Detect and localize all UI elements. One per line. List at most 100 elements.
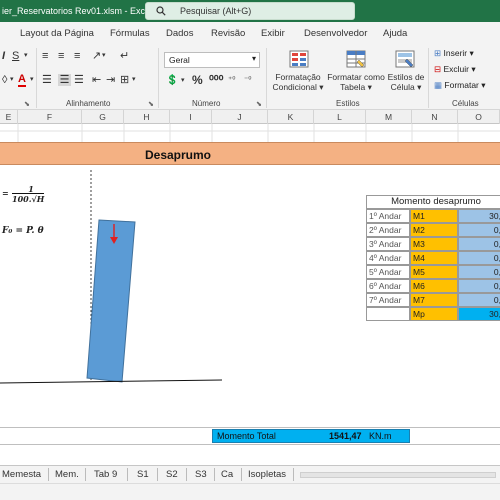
tab-page-layout[interactable]: Layout da Página bbox=[20, 28, 94, 39]
font-color-icon[interactable]: A bbox=[18, 73, 26, 87]
total-moment-row[interactable]: Momento Total 1541,47 KN.m bbox=[212, 429, 410, 443]
sheet-tab[interactable]: S3 bbox=[195, 469, 207, 480]
column-header[interactable]: H bbox=[124, 110, 170, 124]
insert-button[interactable]: ⊞ Inserir ▾ bbox=[434, 48, 474, 59]
divider bbox=[293, 468, 294, 481]
floor-cell[interactable]: 7º Andar bbox=[366, 293, 410, 307]
number-launcher-icon[interactable]: ⬊ bbox=[256, 100, 262, 108]
wrap-text-icon[interactable]: ↵ bbox=[120, 50, 129, 62]
moment-label-cell[interactable]: M7 bbox=[410, 293, 458, 307]
underline-dropdown-icon[interactable]: ▾ bbox=[24, 50, 28, 62]
moment-value-cell[interactable]: 0, bbox=[458, 265, 500, 279]
tab-review[interactable]: Revisão bbox=[211, 28, 245, 39]
moment-label-cell[interactable]: M3 bbox=[410, 237, 458, 251]
conditional-format-label-2: Condicional ▾ bbox=[272, 82, 324, 92]
increase-indent-icon[interactable]: ⇥ bbox=[106, 74, 115, 86]
align-bottom-icon[interactable]: ≡ bbox=[74, 50, 80, 62]
column-header[interactable]: E bbox=[0, 110, 18, 124]
column-header[interactable]: K bbox=[268, 110, 314, 124]
number-format-select[interactable]: Geral ▾ bbox=[164, 52, 260, 68]
increase-decimal-icon[interactable]: ⁺⁰ bbox=[228, 74, 235, 86]
italic-button[interactable]: I bbox=[2, 50, 5, 62]
conditional-format-button[interactable]: Formatação Condicional ▾ bbox=[272, 72, 324, 92]
column-header[interactable]: G bbox=[82, 110, 124, 124]
section-header-bar: Desaprumo bbox=[0, 142, 500, 165]
merge-dropdown-icon[interactable]: ▾ bbox=[132, 74, 136, 86]
sheet-tab[interactable]: Tab 9 bbox=[94, 469, 117, 480]
floor-cell[interactable]: 2º Andar bbox=[366, 223, 410, 237]
divider bbox=[85, 468, 86, 481]
worksheet[interactable]: Desaprumo = 1 100.√H F₀ = P. θ Momento d… bbox=[0, 124, 500, 465]
align-right-icon[interactable]: ☰ bbox=[74, 74, 84, 86]
decrease-decimal-icon[interactable]: ⁻⁰ bbox=[244, 74, 251, 86]
underline-button[interactable]: S bbox=[12, 50, 19, 62]
tab-help[interactable]: Ajuda bbox=[383, 28, 407, 39]
moment-value-cell[interactable]: 0, bbox=[458, 237, 500, 251]
alignment-group-label: Alinhamento bbox=[66, 99, 111, 108]
orientation-icon[interactable]: ↗ bbox=[92, 50, 101, 62]
row-border bbox=[0, 427, 500, 428]
floor-cell[interactable]: 6º Andar bbox=[366, 279, 410, 293]
moment-label-cell[interactable]: Mp bbox=[410, 307, 458, 321]
column-header[interactable]: N bbox=[412, 110, 458, 124]
font-color-dropdown-icon[interactable]: ▾ bbox=[30, 74, 34, 86]
fill-color-icon[interactable]: ◊ bbox=[2, 74, 7, 86]
divider bbox=[241, 468, 242, 481]
moment-label-cell[interactable]: M5 bbox=[410, 265, 458, 279]
column-header[interactable]: O bbox=[458, 110, 500, 124]
column-headers: E F G H I J K L M N O bbox=[0, 110, 500, 124]
merge-center-icon[interactable]: ⊞ bbox=[120, 74, 129, 86]
tab-formulas[interactable]: Fórmulas bbox=[110, 28, 150, 39]
tab-view[interactable]: Exibir bbox=[261, 28, 285, 39]
moment-value-cell[interactable]: 30, bbox=[458, 209, 500, 223]
column-header[interactable]: M bbox=[366, 110, 412, 124]
sheet-tab[interactable]: S1 bbox=[137, 469, 149, 480]
floor-cell[interactable] bbox=[366, 307, 410, 321]
align-top-icon[interactable]: ≡ bbox=[42, 50, 48, 62]
floor-cell[interactable]: 1º Andar bbox=[366, 209, 410, 223]
percent-icon[interactable]: % bbox=[192, 74, 203, 86]
column-header[interactable]: I bbox=[170, 110, 212, 124]
font-launcher-icon[interactable]: ⬊ bbox=[24, 100, 30, 108]
moment-label-cell[interactable]: M2 bbox=[410, 223, 458, 237]
column-header[interactable]: L bbox=[314, 110, 366, 124]
tab-developer[interactable]: Desenvolvedor bbox=[304, 28, 367, 39]
alignment-launcher-icon[interactable]: ⬊ bbox=[148, 100, 154, 108]
accounting-dropdown-icon[interactable]: ▾ bbox=[181, 75, 185, 87]
moment-value-cell[interactable]: 30, bbox=[458, 307, 500, 321]
decrease-indent-icon[interactable]: ⇤ bbox=[92, 74, 101, 86]
delete-button[interactable]: ⊟ Excluir ▾ bbox=[434, 64, 476, 75]
orientation-dropdown-icon[interactable]: ▾ bbox=[102, 50, 106, 62]
align-middle-icon[interactable]: ≡ bbox=[58, 50, 64, 62]
tab-data[interactable]: Dados bbox=[166, 28, 193, 39]
floor-cell[interactable]: 4º Andar bbox=[366, 251, 410, 265]
moment-label-cell[interactable]: M6 bbox=[410, 279, 458, 293]
search-box[interactable]: Pesquisar (Alt+G) bbox=[145, 2, 355, 20]
sheet-tab[interactable]: Isopletas bbox=[248, 469, 286, 480]
moment-label-cell[interactable]: M1 bbox=[410, 209, 458, 223]
sheet-tab[interactable]: S2 bbox=[166, 469, 178, 480]
accounting-format-icon[interactable]: 💲 bbox=[166, 75, 178, 87]
moment-value-cell[interactable]: 0, bbox=[458, 251, 500, 265]
format-button[interactable]: ▦ Formatar ▾ bbox=[434, 80, 486, 91]
horizontal-scrollbar[interactable] bbox=[300, 472, 496, 478]
sheet-tab[interactable]: Memesta bbox=[2, 469, 41, 480]
column-header[interactable]: F bbox=[18, 110, 82, 124]
table-row: Mp 30, bbox=[366, 307, 500, 321]
floor-cell[interactable]: 5º Andar bbox=[366, 265, 410, 279]
floor-cell[interactable]: 3º Andar bbox=[366, 237, 410, 251]
sheet-tab[interactable]: Mem. bbox=[55, 469, 79, 480]
moment-value-cell[interactable]: 0, bbox=[458, 279, 500, 293]
moment-label-cell[interactable]: M4 bbox=[410, 251, 458, 265]
fill-color-dropdown-icon[interactable]: ▾ bbox=[10, 74, 14, 86]
align-center-icon[interactable]: ☰ bbox=[58, 74, 71, 86]
total-moment-label: Momento Total bbox=[217, 431, 276, 441]
moment-value-cell[interactable]: 0, bbox=[458, 223, 500, 237]
moment-value-cell[interactable]: 0, bbox=[458, 293, 500, 307]
comma-style-icon[interactable]: ⁰⁰⁰ bbox=[209, 74, 223, 86]
column-header[interactable]: J bbox=[212, 110, 268, 124]
align-left-icon[interactable]: ☰ bbox=[42, 74, 52, 86]
format-as-table-button[interactable]: Formatar como Tabela ▾ bbox=[326, 72, 386, 92]
cell-styles-button[interactable]: Estilos de Célula ▾ bbox=[386, 72, 426, 92]
sheet-tab[interactable]: Ca bbox=[221, 469, 233, 480]
